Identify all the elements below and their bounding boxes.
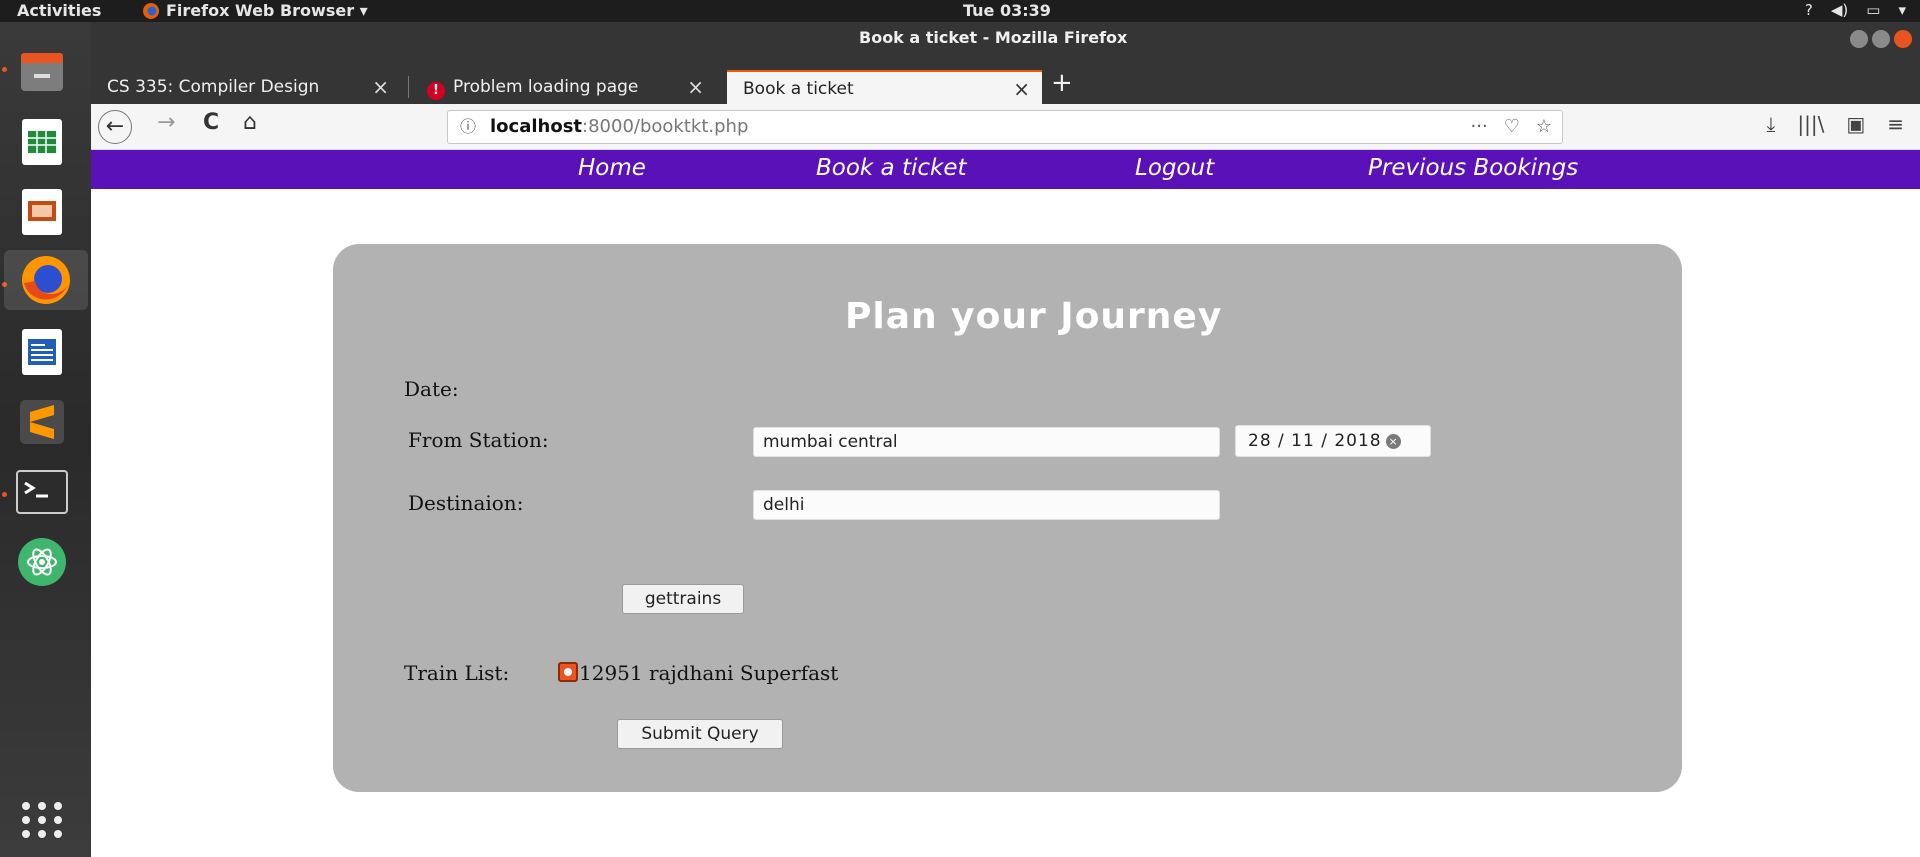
running-indicator bbox=[2, 492, 7, 497]
warning-icon: ! bbox=[427, 82, 445, 100]
submit-query-button[interactable]: Submit Query bbox=[617, 719, 783, 749]
train-radio-button[interactable] bbox=[558, 662, 578, 682]
maximize-icon[interactable] bbox=[1872, 30, 1890, 48]
dock bbox=[0, 22, 91, 857]
system-top-bar: Activities Firefox Web Browser ▾ Tue 03:… bbox=[0, 0, 1920, 22]
terminal-icon[interactable] bbox=[12, 462, 72, 522]
url-path: :8000/booktkt.php bbox=[582, 116, 749, 137]
reload-button[interactable]: C bbox=[203, 110, 219, 135]
tab-book-a-ticket[interactable]: Book a ticket × bbox=[727, 70, 1042, 104]
running-indicator bbox=[2, 67, 7, 72]
tab-problem-loading[interactable]: ! Problem loading page × bbox=[411, 70, 716, 104]
train-option-label[interactable]: 12951 rajdhani Superfast bbox=[579, 661, 838, 685]
window-controls bbox=[1850, 30, 1912, 48]
navigation-toolbar: ← → C ⌂ ⓘ localhost:8000/booktkt.php ···… bbox=[91, 104, 1920, 150]
journey-form-panel: Plan your Journey Date: From Station: mu… bbox=[333, 244, 1682, 792]
hamburger-menu-icon[interactable]: ≡ bbox=[1887, 112, 1904, 136]
app-menu-label: Firefox Web Browser ▾ bbox=[166, 1, 368, 20]
page-title: Plan your Journey bbox=[845, 296, 1223, 337]
page-actions-icon[interactable]: ··· bbox=[1471, 111, 1488, 143]
help-icon[interactable]: ? bbox=[1805, 1, 1813, 19]
destination-input[interactable]: delhi bbox=[753, 490, 1220, 520]
forward-button[interactable]: → bbox=[157, 110, 175, 135]
from-station-label: From Station: bbox=[408, 428, 549, 452]
tab-separator bbox=[408, 76, 409, 98]
battery-icon[interactable]: ▭ bbox=[1866, 1, 1880, 19]
train-list-label: Train List: bbox=[404, 661, 510, 685]
clear-date-icon[interactable]: × bbox=[1385, 434, 1401, 449]
url-text: localhost:8000/booktkt.php bbox=[490, 111, 748, 143]
tab-strip: CS 335: Compiler Design × ! Problem loadi… bbox=[91, 54, 1920, 104]
libreoffice-impress-icon[interactable] bbox=[12, 182, 72, 242]
library-icon[interactable]: |||\ bbox=[1797, 112, 1824, 136]
nav-link-home[interactable]: Home bbox=[578, 155, 646, 181]
sublime-text-icon[interactable] bbox=[12, 392, 72, 452]
url-bar[interactable]: ⓘ localhost:8000/booktkt.php ··· ♡ ☆ bbox=[447, 110, 1563, 144]
volume-icon[interactable]: ◀) bbox=[1831, 1, 1848, 19]
date-value: 28 / 11 / 2018 bbox=[1248, 431, 1382, 451]
show-applications-icon[interactable] bbox=[22, 802, 64, 838]
window-title: Book a ticket - Mozilla Firefox bbox=[859, 28, 1128, 47]
url-host: localhost bbox=[490, 116, 583, 137]
app-menu[interactable]: Firefox Web Browser ▾ bbox=[142, 1, 368, 20]
tab-close-icon[interactable]: × bbox=[687, 70, 704, 104]
url-actions: ··· ♡ ☆ bbox=[1471, 111, 1552, 143]
libreoffice-writer-icon[interactable] bbox=[12, 322, 72, 382]
tab-compiler-design[interactable]: CS 335: Compiler Design × bbox=[91, 70, 401, 104]
pocket-icon[interactable]: ♡ bbox=[1504, 111, 1520, 143]
files-icon[interactable] bbox=[12, 42, 72, 102]
from-station-input[interactable]: mumbai central bbox=[753, 427, 1220, 457]
system-tray[interactable]: ? ◀) ▭ ▾ bbox=[1805, 1, 1906, 19]
date-label: Date: bbox=[404, 377, 459, 401]
nav-link-previous-bookings[interactable]: Previous Bookings bbox=[1368, 155, 1578, 181]
sidebar-icon[interactable]: ▣ bbox=[1846, 112, 1865, 136]
clock[interactable]: Tue 03:39 bbox=[963, 1, 1051, 20]
system-menu-chevron-icon[interactable]: ▾ bbox=[1898, 1, 1906, 19]
nav-link-logout[interactable]: Logout bbox=[1135, 155, 1214, 181]
downloads-icon[interactable]: ⤓ bbox=[1767, 112, 1776, 136]
atom-editor-icon[interactable] bbox=[12, 532, 72, 592]
back-button[interactable]: ← bbox=[98, 110, 132, 144]
site-info-icon[interactable]: ⓘ bbox=[460, 111, 476, 143]
nav-link-book-ticket[interactable]: Book a ticket bbox=[816, 155, 967, 181]
home-button[interactable]: ⌂ bbox=[243, 110, 257, 135]
site-nav-bar: Home Book a ticket Logout Previous Booki… bbox=[91, 150, 1920, 189]
tab-label: Problem loading page bbox=[453, 77, 639, 97]
date-input[interactable]: 28 / 11 / 2018 × bbox=[1235, 425, 1431, 457]
window-title-bar: Book a ticket - Mozilla Firefox bbox=[91, 22, 1920, 54]
minimize-icon[interactable] bbox=[1850, 30, 1868, 48]
tab-close-icon[interactable]: × bbox=[1013, 72, 1030, 106]
destination-label: Destinaion: bbox=[408, 491, 524, 515]
activities-button[interactable]: Activities bbox=[17, 1, 101, 20]
firefox-dock-icon[interactable] bbox=[4, 250, 88, 310]
tab-label: CS 335: Compiler Design bbox=[107, 77, 320, 97]
tab-label: Book a ticket bbox=[743, 79, 854, 99]
libreoffice-calc-icon[interactable] bbox=[12, 112, 72, 172]
close-window-icon[interactable] bbox=[1894, 30, 1912, 48]
gettrains-button[interactable]: gettrains bbox=[622, 584, 744, 614]
tab-close-icon[interactable]: × bbox=[372, 70, 389, 104]
firefox-icon bbox=[143, 2, 159, 19]
new-tab-button[interactable]: + bbox=[1051, 68, 1073, 98]
bookmark-star-icon[interactable]: ☆ bbox=[1536, 111, 1552, 143]
toolbar-icons: ⤓ |||\ ▣ ≡ bbox=[1767, 112, 1904, 136]
